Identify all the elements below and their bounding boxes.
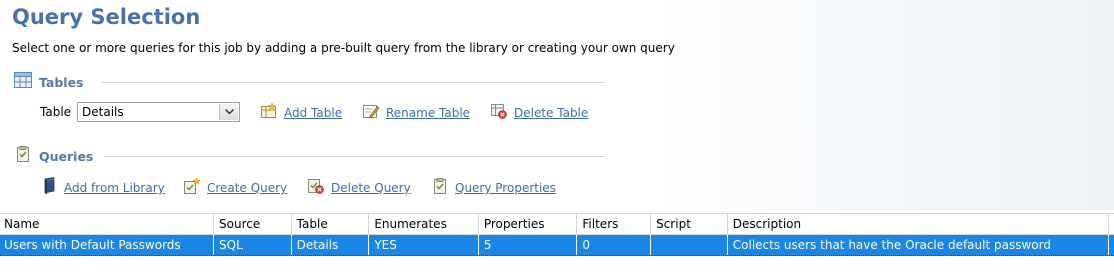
delete-table-button[interactable]: Delete Table — [490, 103, 588, 123]
query-properties-icon — [431, 178, 449, 198]
page-title: Query Selection — [12, 5, 201, 29]
add-from-library-label: Add from Library — [64, 181, 165, 195]
add-table-label: Add Table — [284, 106, 343, 120]
add-from-library-button[interactable]: Add from Library — [42, 177, 165, 199]
rename-table-label: Rename Table — [386, 106, 471, 120]
column-header-source[interactable]: Source — [214, 214, 292, 234]
query-grid: Name Source Table Enumerates Properties … — [0, 213, 1114, 256]
book-icon — [42, 177, 58, 199]
column-header-table[interactable]: Table — [292, 214, 370, 234]
column-header-description[interactable]: Description — [728, 214, 1109, 234]
column-header-enumerates[interactable]: Enumerates — [369, 214, 479, 234]
create-query-icon — [183, 177, 201, 198]
rename-table-icon — [362, 103, 380, 123]
delete-query-label: Delete Query — [331, 181, 411, 195]
tables-divider — [102, 82, 605, 83]
delete-table-icon — [490, 103, 508, 123]
cell-name: Users with Default Passwords — [0, 235, 215, 255]
create-query-button[interactable]: Create Query — [183, 177, 288, 198]
cell-description: Collects users that have the Oracle defa… — [728, 235, 1109, 255]
tables-section-header: Tables — [14, 72, 84, 92]
clipboard-icon — [14, 146, 32, 166]
queries-section-header: Queries — [14, 146, 94, 166]
rename-table-button[interactable]: Rename Table — [362, 103, 470, 123]
delete-query-button[interactable]: Delete Query — [307, 178, 411, 198]
create-query-label: Create Query — [207, 181, 288, 195]
cell-properties: 5 — [479, 235, 578, 255]
delete-table-label: Delete Table — [514, 106, 589, 120]
cell-table: Details — [292, 235, 370, 255]
cell-filler — [1109, 235, 1114, 255]
column-header-script[interactable]: Script — [651, 214, 728, 234]
query-properties-button[interactable]: Query Properties — [431, 178, 556, 198]
background-gradient — [660, 0, 1114, 210]
cell-filters: 0 — [577, 235, 652, 255]
add-table-button[interactable]: Add Table — [260, 102, 343, 123]
column-header-filler — [1109, 214, 1114, 234]
add-table-icon — [260, 102, 278, 123]
table-dropdown[interactable]: Details — [77, 102, 241, 122]
table-grid-icon — [14, 72, 32, 92]
column-header-properties[interactable]: Properties — [479, 214, 578, 234]
chevron-down-icon[interactable] — [219, 104, 239, 120]
table-row[interactable]: Users with Default Passwords SQL Details… — [0, 235, 1114, 256]
table-label: Table — [40, 105, 72, 119]
table-dropdown-value: Details — [82, 105, 124, 119]
tables-section-title: Tables — [39, 74, 84, 90]
cell-enumerates: YES — [369, 235, 479, 255]
queries-divider — [104, 156, 605, 157]
table-select-row: Table Details — [40, 100, 241, 124]
cell-script — [651, 235, 728, 255]
page-subtitle: Select one or more queries for this job … — [12, 41, 675, 55]
query-properties-label: Query Properties — [455, 181, 556, 195]
queries-section-title: Queries — [39, 148, 94, 164]
grid-header: Name Source Table Enumerates Properties … — [0, 213, 1114, 235]
delete-query-icon — [307, 178, 325, 198]
cell-source: SQL — [214, 235, 292, 255]
column-header-filters[interactable]: Filters — [577, 214, 652, 234]
column-header-name[interactable]: Name — [0, 214, 215, 234]
